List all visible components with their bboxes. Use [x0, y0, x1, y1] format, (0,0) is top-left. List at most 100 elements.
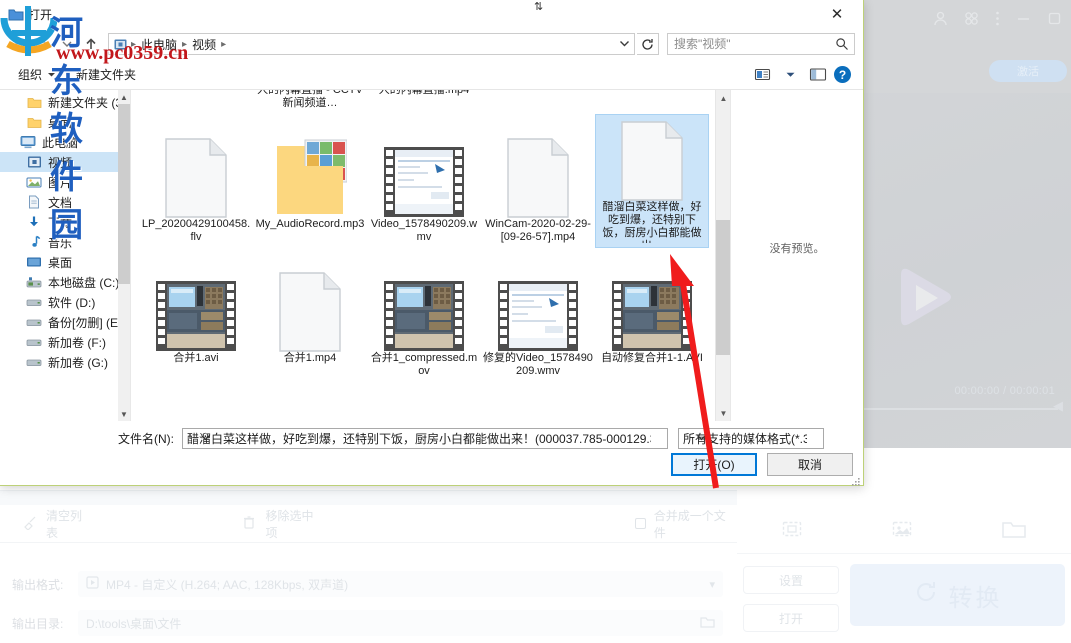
nav-item-this-pc[interactable]: 此电脑 [0, 132, 130, 152]
search-box[interactable] [667, 33, 855, 55]
more-icon[interactable] [994, 10, 1001, 32]
remove-selected-button[interactable]: 移除选中项 [241, 507, 324, 541]
clear-list-label: 清空列表 [46, 508, 83, 540]
file-list-scrollbar[interactable]: ▲ ▼ [715, 90, 730, 421]
navigation-list: 新建文件夹 (3) 桌面 此电脑 视频 图片 文档 下载 音乐 桌面 本地磁盘 … [0, 90, 130, 372]
output-folder-value: D:\tools\桌面\文件 [86, 616, 182, 631]
file-item[interactable]: 合并1.avi [139, 248, 253, 382]
open-button[interactable]: 打开(O) [671, 453, 757, 476]
nav-item-music[interactable]: 音乐 [0, 232, 130, 252]
arrow-left-icon[interactable] [8, 33, 30, 55]
drive-icon [26, 294, 42, 310]
account-icon[interactable] [932, 10, 949, 32]
settings-button[interactable]: 设置 [743, 566, 839, 594]
minimize-icon[interactable] [1015, 10, 1032, 32]
close-icon[interactable]: ✕ [815, 0, 859, 28]
open-output-button[interactable]: 打开 [743, 604, 839, 632]
file-item[interactable]: 自动修复合并1-1.AVI [595, 248, 709, 382]
nav-label: 视频 [48, 155, 73, 170]
chevron-down-icon[interactable]: ▼ [716, 405, 730, 421]
arrow-up-icon[interactable] [80, 33, 102, 55]
breadcrumb-videos[interactable]: 视频 [189, 36, 219, 53]
chevron-up-icon[interactable]: ▲ [716, 90, 730, 106]
output-format-row: 输出格式: MP4 - 自定义 (H.264; AAC, 128Kbps, 双声… [0, 565, 737, 603]
folder-open-icon[interactable] [700, 615, 715, 631]
grid-icon[interactable] [963, 10, 980, 32]
filename-input[interactable]: 醋溜白菜这样做，好吃到爆，还特别下饭，厨房小白都能做出来！(000037.785… [182, 427, 668, 449]
chevron-down-icon[interactable] [619, 38, 630, 52]
clipped-caption-cell [595, 90, 709, 114]
scrollbar-thumb[interactable] [716, 220, 730, 355]
file-caption: 自动修复合并1-1.AVI [601, 352, 703, 364]
file-item[interactable]: Video_1578490209.wmv [367, 114, 481, 248]
nav-item-videos[interactable]: 视频 [0, 152, 130, 172]
help-icon[interactable]: ? [834, 66, 851, 83]
nav-item-documents[interactable]: 文档 [0, 192, 130, 212]
nav-item-downloads[interactable]: 下载 [0, 212, 130, 232]
file-item[interactable]: My_AudioRecord.mp3 [253, 114, 367, 248]
nav-label: 桌面 [48, 255, 73, 270]
desktop-icon [26, 254, 42, 270]
file-item[interactable]: 修复的Video_1578490209.wmv [481, 248, 595, 382]
nav-label: 本地磁盘 (C:) [48, 275, 120, 290]
arrow-right-icon[interactable] [32, 33, 54, 55]
file-item[interactable]: WinCam-2020-02-29-[09-26-57].mp4 [481, 114, 595, 248]
resize-grip-icon[interactable] [851, 474, 861, 486]
cancel-button[interactable]: 取消 [767, 453, 853, 476]
chevron-down-icon[interactable] [196, 432, 664, 446]
activate-button[interactable]: 激活 [989, 60, 1067, 82]
nav-item-desktop-fav[interactable]: 桌面 [0, 112, 130, 132]
file-list-pane[interactable]: 人的内幕直播 - CCTV 新闻频道… 人的内幕直播.mp4 LP_202004… [130, 90, 730, 421]
clear-list-button[interactable]: 清空列表 [22, 507, 93, 541]
chevron-down-icon[interactable] [778, 64, 802, 86]
organize-button[interactable]: 组织 [8, 64, 66, 86]
chevron-down-icon[interactable]: ▼ [118, 407, 130, 421]
output-format-select[interactable]: MP4 - 自定义 (H.264; AAC, 128Kbps, 双声道) ▾ [78, 571, 723, 597]
search-input[interactable] [674, 37, 848, 51]
snapshot-icon[interactable] [891, 518, 913, 545]
chevron-down-icon[interactable] [692, 432, 820, 446]
dialog-footer: 文件名(N): 醋溜白菜这样做，好吃到爆，还特别下饭，厨房小白都能做出来！(00… [0, 421, 863, 486]
bgapp-window-controls[interactable] [932, 10, 1063, 32]
new-folder-button[interactable]: 新建文件夹 [66, 64, 146, 86]
folder-icon[interactable] [1001, 518, 1027, 545]
nav-pane-scrollbar[interactable]: ▲ ▼ [118, 90, 130, 421]
address-bar[interactable]: ▸ 此电脑 ▸ 视频 ▸ [108, 33, 635, 55]
merge-into-one-checkbox[interactable]: 合并成一个文件 [634, 507, 737, 541]
search-icon[interactable] [835, 37, 849, 56]
breadcrumb-this-pc[interactable]: 此电脑 [138, 36, 180, 53]
documents-icon [26, 194, 42, 210]
nav-item-drive-e[interactable]: 备份[勿删] (E:) [0, 312, 130, 332]
nav-label: 图片 [48, 175, 73, 190]
volume-icon[interactable]: ◀ [1053, 398, 1063, 414]
filetype-select[interactable]: 所有支持的媒体格式(*.3g2;*.3g [678, 427, 824, 449]
nav-item-pictures[interactable]: 图片 [0, 172, 130, 192]
nav-item-drive-g[interactable]: 新加卷 (G:) [0, 352, 130, 372]
film-thumbnail-screen-icon [383, 118, 465, 218]
file-item-selected[interactable]: 醋溜白菜这样做，好吃到爆，还特别下饭，厨房小白都能做出… [595, 114, 709, 248]
nav-label: 备份[勿删] (E:) [48, 315, 126, 330]
nav-item-drive-f[interactable]: 新加卷 (F:) [0, 332, 130, 352]
blank-file-icon [279, 252, 341, 352]
nav-item-new-folder-3[interactable]: 新建文件夹 (3) [0, 92, 130, 112]
preview-pane-icon[interactable] [806, 64, 830, 86]
nav-item-local-disk-c[interactable]: 本地磁盘 (C:) [0, 272, 130, 292]
convert-button[interactable]: 转换 [850, 564, 1065, 626]
view-layout-icon[interactable] [750, 64, 774, 86]
output-folder-input[interactable]: D:\tools\桌面\文件 [78, 610, 723, 636]
file-item[interactable]: 合并1.mp4 [253, 248, 367, 382]
nav-item-drive-d[interactable]: 软件 (D:) [0, 292, 130, 312]
play-icon[interactable] [887, 263, 957, 333]
file-item[interactable]: LP_20200429100458.flv [139, 114, 253, 248]
scrollbar-thumb[interactable] [118, 104, 130, 284]
crop-icon[interactable] [781, 518, 803, 545]
maximize-icon[interactable] [1046, 10, 1063, 32]
refresh-icon[interactable] [637, 33, 659, 55]
breadcrumb-separator: ▸ [182, 38, 188, 50]
chevron-down-icon[interactable] [56, 33, 78, 55]
clipped-caption-cell [139, 90, 253, 114]
dialog-body: 新建文件夹 (3) 桌面 此电脑 视频 图片 文档 下载 音乐 桌面 本地磁盘 … [0, 90, 863, 421]
nav-item-desktop[interactable]: 桌面 [0, 252, 130, 272]
chevron-up-icon[interactable]: ▲ [118, 90, 130, 104]
file-item[interactable]: 合并1_compressed.mov [367, 248, 481, 382]
